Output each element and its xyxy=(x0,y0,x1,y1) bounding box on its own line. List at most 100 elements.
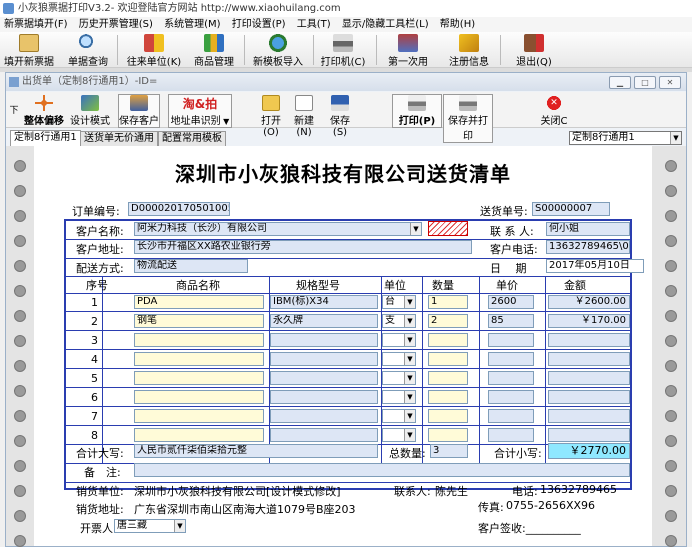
unit-select[interactable]: ▼ xyxy=(382,428,416,442)
unit-price-field[interactable] xyxy=(488,390,534,404)
exit-button[interactable]: 退出(Q) xyxy=(514,34,554,68)
unit-price-field[interactable] xyxy=(488,409,534,423)
menu-toggle-toolbar[interactable]: 显示/隐藏工具栏(L) xyxy=(342,19,429,30)
item-name-field[interactable] xyxy=(134,409,264,423)
unit-price-field[interactable] xyxy=(488,371,534,385)
menu-tools[interactable]: 工具(T) xyxy=(297,19,331,30)
item-spec-field[interactable] xyxy=(270,371,378,385)
menu-new-ticket[interactable]: 新票据填开(F) xyxy=(4,19,68,30)
total-upper-field[interactable]: 人民币贰仟柒佰柒拾元整 xyxy=(134,444,378,458)
maximize-button[interactable]: □ xyxy=(634,76,656,89)
close-icon: ✕ xyxy=(545,95,563,111)
customer-select[interactable]: 阿米力科技（长沙）有限公司 ▼ xyxy=(134,222,422,236)
unit-price-field[interactable] xyxy=(488,352,534,366)
tab-no-price[interactable]: 送货单无价通用 xyxy=(80,131,158,146)
item-name-field[interactable] xyxy=(134,333,264,347)
register-button[interactable]: 注册信息 xyxy=(446,34,492,68)
quantity-field[interactable]: 1 xyxy=(428,295,468,309)
date-label: 日 期 xyxy=(490,262,527,275)
menu-history[interactable]: 历史开票管理(S) xyxy=(79,19,153,30)
total-lower-field[interactable]: ￥2770.00 xyxy=(548,443,630,459)
unit-price-field[interactable] xyxy=(488,333,534,347)
quantity-field[interactable] xyxy=(428,390,468,404)
template-select[interactable]: 定制8行通用1 ▼ xyxy=(569,131,682,145)
item-spec-field[interactable] xyxy=(270,333,378,347)
ship-method-field[interactable]: 物流配送 xyxy=(134,259,248,273)
exit-icon xyxy=(524,34,544,52)
remark-field[interactable] xyxy=(134,463,630,477)
down-button[interactable]: 下 xyxy=(8,94,20,126)
contacts-button[interactable]: 往来单位(K) xyxy=(124,34,184,68)
item-spec-field[interactable]: 永久牌 xyxy=(270,314,378,328)
menu-system[interactable]: 系统管理(M) xyxy=(164,19,220,30)
amount-field[interactable] xyxy=(548,428,630,442)
address-field[interactable]: 长沙市开福区XX路农业银行旁 xyxy=(134,240,472,254)
contacts-icon xyxy=(144,34,164,52)
first-use-button[interactable]: 第一次用 xyxy=(386,34,430,68)
total-qty-field[interactable]: 3 xyxy=(430,444,468,458)
minimize-button[interactable]: ▁ xyxy=(609,76,631,89)
item-spec-field[interactable] xyxy=(270,352,378,366)
address-recognize-button[interactable]: 淘&拍 地址串识别 ▼ xyxy=(168,94,232,128)
quantity-field[interactable] xyxy=(428,371,468,385)
unit-price-field[interactable]: 2600 xyxy=(488,295,534,309)
order-no-field[interactable]: D000020170501005 xyxy=(128,202,230,216)
menu-help[interactable]: 帮助(H) xyxy=(440,19,475,30)
item-spec-field[interactable]: IBM(标)X34 xyxy=(270,295,378,309)
print-button[interactable]: 打印(P) xyxy=(392,94,442,128)
save-customer-button[interactable]: 保存客户 xyxy=(118,94,160,128)
item-name-field[interactable]: 钢笔 xyxy=(134,314,264,328)
issuer-select[interactable]: 唐三藏 ▼ xyxy=(114,519,186,533)
quantity-field[interactable] xyxy=(428,333,468,347)
amount-field[interactable]: ￥2600.00 xyxy=(548,295,630,309)
amount-field[interactable]: ￥170.00 xyxy=(548,314,630,328)
unit-price-field[interactable] xyxy=(488,428,534,442)
new-ticket-button[interactable]: 填开新票据 xyxy=(4,34,54,68)
unit-select[interactable]: ▼ xyxy=(382,333,416,347)
close-button[interactable]: ✕ 关闭C xyxy=(539,94,569,128)
unit-price-field[interactable]: 85 xyxy=(488,314,534,328)
import-template-button[interactable]: 新模板导入 xyxy=(252,34,304,68)
query-button[interactable]: 单据查询 xyxy=(64,34,112,68)
amount-field[interactable] xyxy=(548,352,630,366)
unit-select[interactable]: ▼ xyxy=(382,409,416,423)
menu-print-settings[interactable]: 打印设置(P) xyxy=(232,19,286,30)
item-name-field[interactable] xyxy=(134,352,264,366)
item-name-field[interactable] xyxy=(134,390,264,404)
design-mode-button[interactable]: 设计模式 xyxy=(68,94,112,128)
amount-field[interactable] xyxy=(548,333,630,347)
tab-custom-8-rows[interactable]: 定制8行通用1 xyxy=(10,130,81,146)
item-name-field[interactable] xyxy=(134,428,264,442)
tab-common-templates[interactable]: 配置常用模板 xyxy=(158,131,226,146)
unit-select[interactable]: 支 ▼ xyxy=(382,314,416,328)
phone-field[interactable]: 13632789465\073 xyxy=(546,240,630,254)
item-name-field[interactable] xyxy=(134,371,264,385)
unit-select[interactable]: ▼ xyxy=(382,371,416,385)
seller-phone-value: 13632789465 xyxy=(540,483,617,496)
row-number: 8 xyxy=(91,429,98,442)
unit-select[interactable]: ▼ xyxy=(382,352,416,366)
item-spec-field[interactable] xyxy=(270,390,378,404)
goods-button[interactable]: 商品管理 xyxy=(192,34,236,68)
quantity-field[interactable]: 2 xyxy=(428,314,468,328)
amount-field[interactable] xyxy=(548,390,630,404)
unit-select[interactable]: ▼ xyxy=(382,390,416,404)
import-template-icon xyxy=(268,34,288,52)
printer-button[interactable]: 打印机(C) xyxy=(320,34,366,68)
close-window-button[interactable]: ✕ xyxy=(659,76,681,89)
amount-field[interactable] xyxy=(548,371,630,385)
contact-field[interactable]: 何小姐 xyxy=(546,222,630,236)
offset-button[interactable]: 整体偏移 xyxy=(21,94,67,128)
amount-field[interactable] xyxy=(548,409,630,423)
delivery-no-field[interactable]: S00000007 xyxy=(532,202,610,216)
quantity-field[interactable] xyxy=(428,409,468,423)
date-picker[interactable]: 2017年05月10日▼ xyxy=(546,259,644,273)
chevron-down-icon: ▼ xyxy=(404,315,415,327)
item-spec-field[interactable] xyxy=(270,409,378,423)
unit-select[interactable]: 台 ▼ xyxy=(382,295,416,309)
quantity-field[interactable] xyxy=(428,428,468,442)
col-spec-header: 规格型号 xyxy=(296,279,340,292)
item-spec-field[interactable] xyxy=(270,428,378,442)
quantity-field[interactable] xyxy=(428,352,468,366)
item-name-field[interactable]: PDA xyxy=(134,295,264,309)
